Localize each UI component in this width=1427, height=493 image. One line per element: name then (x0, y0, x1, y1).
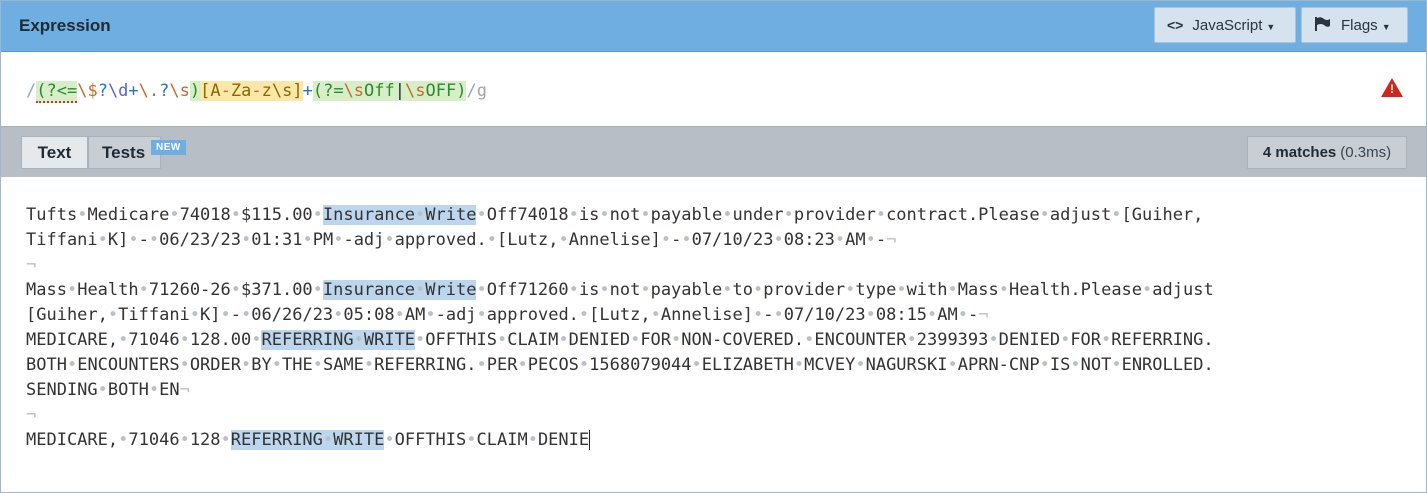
regex-token: [A (200, 81, 221, 101)
regex-token: (?= (312, 81, 344, 101)
regex-token: \. (138, 81, 160, 101)
match-highlight: Insurance•Write (322, 280, 477, 300)
regex-token: \s (405, 81, 426, 101)
regex-token: \s (343, 81, 365, 101)
text-segment: •Off74018•is•not•payable•under•provider•… (476, 205, 1204, 225)
text-segment: Tufts•Medicare•74018•$115.00• (26, 205, 323, 225)
text-segment: [Guiher,•Tiffani•K]•-•06/26/23•05:08•AM•… (26, 305, 979, 325)
text-line: [Guiher,•Tiffani•K]•-•06/26/23•05:08•AM•… (26, 303, 1214, 328)
flag-icon (1314, 16, 1332, 35)
text-cursor (589, 430, 591, 450)
text-line: SENDING•BOTH•EN¬ (26, 378, 1214, 403)
flags-label: Flags (1341, 16, 1378, 34)
text-line: Tiffani•K]•-•06/23/23•01:31•PM•-adj•appr… (26, 228, 1214, 253)
language-label: JavaScript (1192, 16, 1263, 34)
new-badge: NEW (151, 140, 186, 155)
match-highlight: Insurance•Write (322, 205, 477, 225)
text-tabbar: Text Tests 4 matches (0.3ms) (1, 126, 1426, 177)
regex-token: \d (107, 81, 129, 101)
match-highlight: REFERRING•WRITE (230, 430, 385, 450)
text-segment: •Off71260•is•not•payable•to•provider•typ… (476, 280, 1214, 300)
text-segment: BOTH•ENCOUNTERS•ORDER•BY•THE•SAME•REFERR… (26, 355, 1214, 375)
regex-token: Za (230, 81, 252, 101)
expression-title: Expression (19, 16, 111, 35)
regex-token: ? (159, 81, 170, 101)
text-segment: MEDICARE,•71046•128• (26, 430, 231, 450)
text-line: ¬ (26, 253, 1214, 278)
code-brackets-icon: <> (1167, 17, 1184, 33)
text-line: ¬ (26, 403, 1214, 428)
regex-token: z (261, 81, 272, 101)
regex-token: - (220, 81, 231, 101)
regex-token: \$ (77, 81, 98, 101)
text-segment: Mass•Health•71260-26•$371.00• (26, 280, 323, 300)
regex-token: - (251, 81, 262, 101)
regex-token: | (394, 81, 406, 101)
matches-time: (0.3ms) (1340, 144, 1392, 161)
text-line: BOTH•ENCOUNTERS•ORDER•BY•THE•SAME•REFERR… (26, 353, 1214, 378)
text-line: Mass•Health•71260-26•$371.00•Insurance•W… (26, 278, 1214, 303)
text-segment: SENDING•BOTH•EN (26, 380, 180, 400)
chevron-down-icon: ▼ (1266, 21, 1276, 32)
regex-editor: Expression <> JavaScript ▼ Flags ▼ /(?<=… (0, 0, 1427, 493)
regex-token: OFF (425, 81, 457, 101)
text-segment: MEDICARE,•71046•128.00• (26, 330, 262, 350)
flags-button[interactable]: Flags ▼ (1301, 7, 1408, 43)
newline-marker: ¬ (26, 255, 37, 275)
match-highlight: REFERRING•WRITE (261, 330, 416, 350)
regex-token: ] (292, 81, 303, 101)
regex-token: ) (456, 81, 467, 101)
regex-token: + (128, 81, 139, 101)
regex-token: ) (189, 81, 201, 101)
regex-token: + (302, 81, 313, 101)
newline-marker: ¬ (26, 405, 37, 425)
text-line: MEDICARE,•71046•128.00•REFERRING•WRITE•O… (26, 328, 1214, 353)
regex-token: \s (169, 81, 190, 101)
newline-marker: ¬ (179, 380, 190, 400)
regex-open-delimiter: / (26, 81, 37, 101)
regex-tokens: (?<=\$?\d+\.?\s)[A-Za-z\s]+(?=\sOff|\sOF… (36, 81, 467, 103)
matches-count: 4 matches (1262, 144, 1337, 161)
text-segment: •OFFTHIS•CLAIM•DENIE (384, 430, 590, 450)
expression-row: /(?<=\$?\d+\.?\s)[A-Za-z\s]+(?=\sOff|\sO… (1, 52, 1426, 127)
newline-marker: ¬ (978, 305, 989, 325)
expression-header: Expression <> JavaScript ▼ Flags ▼ (1, 1, 1426, 52)
newline-marker: ¬ (886, 230, 897, 250)
text-line: Tufts•Medicare•74018•$115.00•Insurance•W… (26, 203, 1214, 228)
regex-token: ? (97, 81, 108, 101)
regex-flags-delimiter: /g (466, 81, 487, 101)
test-text-area[interactable]: Tufts•Medicare•74018•$115.00•Insurance•W… (1, 177, 1426, 492)
text-segment: •OFFTHIS•CLAIM•DENIED•FOR•NON-COVERED.•E… (415, 330, 1214, 350)
matches-badge[interactable]: 4 matches (0.3ms) (1247, 136, 1407, 169)
warning-triangle-icon[interactable]: ! (1381, 78, 1403, 97)
regex-input[interactable]: /(?<=\$?\d+\.?\s)[A-Za-z\s]+(?=\sOff|\sO… (26, 80, 487, 103)
regex-token: (?<= (36, 81, 78, 103)
tab-text[interactable]: Text (21, 136, 88, 169)
regex-token: Off (364, 81, 395, 101)
text-line: MEDICARE,•71046•128•REFERRING•WRITE•OFFT… (26, 428, 1214, 453)
test-text-lines[interactable]: Tufts•Medicare•74018•$115.00•Insurance•W… (26, 203, 1214, 453)
text-segment: Tiffani•K]•-•06/23/23•01:31•PM•-adj•appr… (26, 230, 887, 250)
language-button[interactable]: <> JavaScript ▼ (1154, 7, 1296, 43)
regex-token: \s (271, 81, 293, 101)
chevron-down-icon: ▼ (1381, 21, 1391, 32)
